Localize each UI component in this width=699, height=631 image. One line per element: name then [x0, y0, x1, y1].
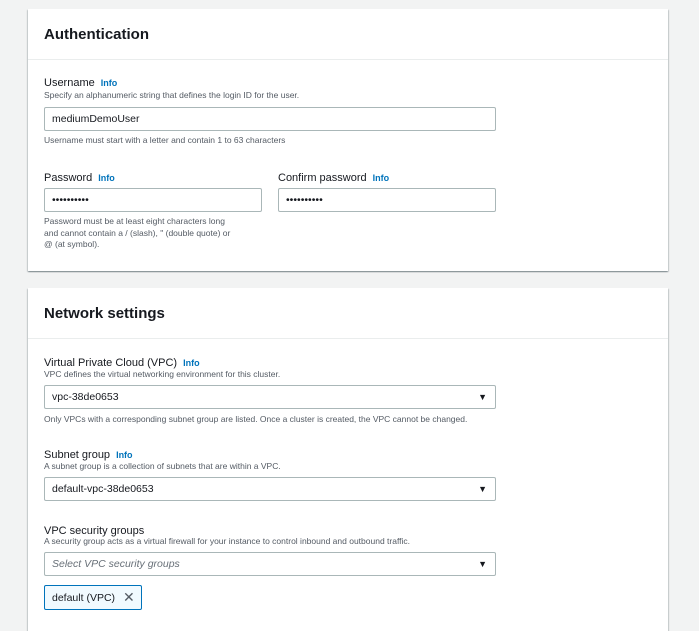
username-value: mediumDemoUser	[52, 113, 140, 125]
security-groups-select[interactable]: Select VPC security groups ▼	[44, 552, 496, 576]
vpc-description: VPC defines the virtual networking envir…	[44, 369, 281, 379]
network-settings-header: Network settings	[28, 288, 668, 339]
security-group-token: default (VPC) ✕	[44, 585, 142, 610]
username-label: Username	[44, 77, 95, 89]
username-constraint: Username must start with a letter and co…	[44, 135, 286, 145]
password-constraint-line: @ (at symbol).	[44, 239, 100, 249]
password-info-link[interactable]: Info	[98, 173, 115, 183]
password-constraint-line: and cannot contain a / (slash), " (doubl…	[44, 227, 231, 238]
authentication-panel: Authentication Username Info Specify an a…	[28, 9, 668, 271]
password-constraint: Password must be at least eight characte…	[44, 216, 230, 251]
username-input[interactable]: mediumDemoUser	[44, 107, 496, 131]
confirm-password-info-link[interactable]: Info	[373, 173, 390, 183]
username-label-row: Username Info	[44, 73, 117, 91]
password-value: ••••••••••	[52, 194, 89, 206]
network-settings-title: Network settings	[44, 304, 165, 322]
vpc-select[interactable]: vpc-38de0653 ▼	[44, 385, 496, 409]
authentication-title: Authentication	[44, 25, 149, 43]
username-info-link[interactable]: Info	[101, 78, 118, 88]
password-label-row: Password Info	[44, 168, 115, 186]
security-groups-placeholder: Select VPC security groups	[52, 558, 180, 570]
vpc-info-link[interactable]: Info	[183, 358, 200, 368]
security-group-token-label: default (VPC)	[52, 591, 116, 604]
network-settings-panel: Network settings Virtual Private Cloud (…	[28, 288, 668, 631]
subnet-group-select[interactable]: default-vpc-38de0653 ▼	[44, 477, 496, 501]
subnet-group-label: Subnet group	[44, 449, 111, 461]
subnet-group-selected-value: default-vpc-38de0653	[52, 483, 154, 495]
confirm-password-input[interactable]: ••••••••••	[278, 188, 496, 212]
caret-down-icon: ▼	[478, 484, 487, 494]
security-groups-description: A security group acts as a virtual firew…	[44, 536, 411, 546]
caret-down-icon: ▼	[478, 392, 487, 402]
authentication-header: Authentication	[28, 9, 668, 60]
vpc-label: Virtual Private Cloud (VPC)	[44, 357, 178, 369]
confirm-password-label-row: Confirm password Info	[278, 168, 389, 186]
password-label: Password	[44, 172, 93, 184]
remove-icon[interactable]: ✕	[123, 589, 135, 606]
password-input[interactable]: ••••••••••	[44, 188, 262, 212]
confirm-password-value: ••••••••••	[286, 194, 323, 206]
caret-down-icon: ▼	[478, 559, 487, 569]
username-description: Specify an alphanumeric string that defi…	[44, 90, 300, 100]
password-constraint-line: Password must be at least eight characte…	[44, 216, 225, 226]
vpc-selected-value: vpc-38de0653	[52, 391, 119, 403]
vpc-constraint: Only VPCs with a corresponding subnet gr…	[44, 414, 468, 424]
subnet-group-info-link[interactable]: Info	[116, 450, 133, 460]
subnet-group-description: A subnet group is a collection of subnet…	[44, 461, 281, 471]
confirm-password-label: Confirm password	[278, 172, 367, 184]
